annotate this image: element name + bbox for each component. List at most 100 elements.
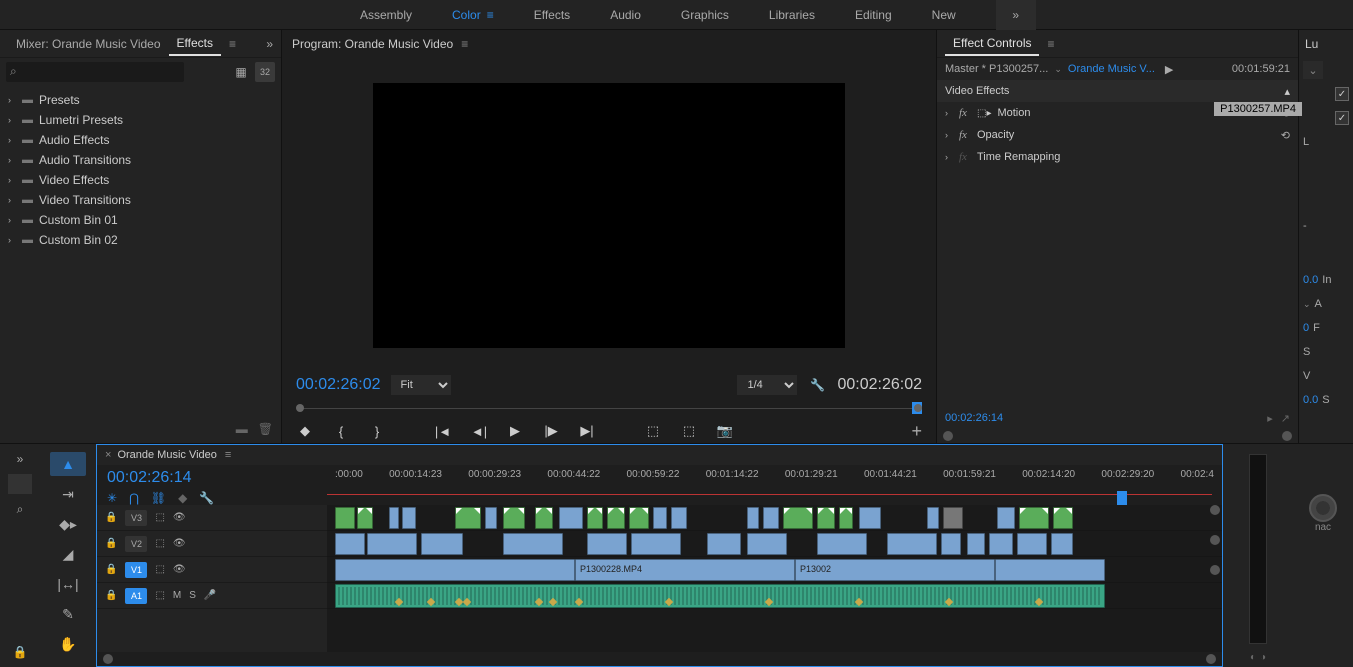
vscroll-thumb[interactable]	[1210, 505, 1220, 515]
goto-in-icon[interactable]: |◄	[434, 424, 452, 439]
lock-icon[interactable]: 🔒	[105, 564, 117, 575]
mic-icon[interactable]: 🎤	[204, 590, 216, 601]
clip[interactable]	[1017, 533, 1047, 555]
goto-out-icon[interactable]: ▶|	[578, 423, 596, 439]
in-bracket-icon[interactable]: {	[332, 424, 350, 439]
overflow-icon[interactable]: »	[17, 452, 24, 466]
meter-icon[interactable]: ◐	[1250, 652, 1256, 663]
clip[interactable]	[1051, 533, 1073, 555]
clip[interactable]	[335, 507, 355, 529]
clip[interactable]: P1300228.MP4	[575, 559, 795, 581]
fx-badge-icon[interactable]: 32	[255, 62, 275, 82]
marker-icon[interactable]: ◆	[178, 491, 187, 505]
chevron-down-icon[interactable]: ⌄	[1054, 64, 1062, 75]
timeline-lanes[interactable]: P1300228.MP4P13002	[327, 505, 1222, 652]
solo-icon[interactable]: S	[189, 590, 196, 601]
bin-video-trans[interactable]: ›▬Video Transitions	[0, 190, 281, 210]
clip[interactable]	[707, 533, 741, 555]
reset-icon[interactable]: ⟲	[1281, 129, 1290, 142]
lock-icon[interactable]: 🔒	[105, 538, 117, 549]
new-bin-icon[interactable]: ▬	[236, 422, 248, 436]
clip[interactable]	[747, 507, 759, 529]
timeline-ruler[interactable]: :00:0000:00:14:2300:00:29:2300:00:44:220…	[327, 465, 1222, 505]
ec-opacity-row[interactable]: ›fx Opacity ⟲	[937, 124, 1298, 146]
clip[interactable]	[402, 507, 416, 529]
toggle-icon[interactable]: ⬚	[155, 564, 164, 575]
lumetri-val3[interactable]: 0.0	[1303, 394, 1318, 406]
clip[interactable]	[887, 533, 937, 555]
lock-icon[interactable]: 🔒	[13, 645, 28, 659]
hand-tool[interactable]: ✋	[50, 632, 86, 656]
ws-color[interactable]: Color≡	[432, 0, 514, 29]
workspace-overflow-icon[interactable]: »	[996, 0, 1036, 30]
ec-master-label[interactable]: Master * P1300257...	[945, 63, 1048, 75]
pin-icon[interactable]: ▴	[1284, 85, 1290, 98]
program-timecode-in[interactable]: 00:02:26:02	[296, 376, 381, 394]
track-header-v1[interactable]: 🔒V1⬚👁	[97, 557, 327, 583]
step-forward-icon[interactable]: |▶	[542, 423, 560, 439]
clip[interactable]	[747, 533, 787, 555]
lift-icon[interactable]: ⬚	[644, 423, 662, 439]
chevron-down-icon[interactable]: ⌄	[1303, 299, 1311, 310]
mute-icon[interactable]: M	[173, 590, 181, 601]
lumetri-dropdown[interactable]: ⌄	[1303, 61, 1323, 79]
ec-hscroll-thumb[interactable]	[943, 431, 953, 441]
lumetri-val2[interactable]: 0	[1303, 322, 1309, 334]
bin-lumetri[interactable]: ›▬Lumetri Presets	[0, 110, 281, 130]
timeline-timecode[interactable]: 00:02:26:14	[107, 469, 317, 487]
clip[interactable]	[535, 507, 553, 529]
color-wheel[interactable]	[1309, 494, 1337, 522]
clip[interactable]	[989, 533, 1013, 555]
playhead[interactable]	[1117, 491, 1127, 505]
clip[interactable]	[653, 507, 667, 529]
ec-hscroll-end[interactable]	[1282, 431, 1292, 441]
ec-foot-timecode[interactable]: 00:02:26:14	[945, 412, 1003, 424]
clip[interactable]	[389, 507, 399, 529]
lumetri-check1[interactable]: ✓	[1335, 87, 1349, 101]
ws-assembly[interactable]: Assembly	[340, 0, 432, 29]
ws-effects[interactable]: Effects	[514, 0, 590, 29]
clip[interactable]	[357, 507, 373, 529]
clip[interactable]	[587, 533, 627, 555]
clip[interactable]	[763, 507, 779, 529]
clip[interactable]	[629, 507, 649, 529]
clip[interactable]	[1019, 507, 1049, 529]
effects-search-input[interactable]	[6, 62, 184, 82]
hamburger-icon[interactable]: ≡	[487, 8, 494, 22]
clip[interactable]	[485, 507, 497, 529]
vscroll-thumb[interactable]	[1210, 565, 1220, 575]
mixer-tab[interactable]: Mixer: Orande Music Video	[8, 33, 169, 55]
lumetri-check2[interactable]: ✓	[1335, 111, 1349, 125]
clip[interactable]	[503, 533, 563, 555]
bin-presets[interactable]: ›▬Presets	[0, 90, 281, 110]
clip[interactable]	[995, 559, 1105, 581]
clip[interactable]	[1053, 507, 1073, 529]
toggle-icon[interactable]: ⬚	[155, 538, 164, 549]
effects-tab[interactable]: Effects	[169, 32, 221, 56]
ec-foot-icon2[interactable]: ↗	[1281, 412, 1290, 425]
out-bracket-icon[interactable]: }	[368, 424, 386, 439]
trash-icon[interactable]: 🗑	[258, 422, 273, 436]
toggle-icon[interactable]: ⬚	[155, 512, 164, 523]
ec-video-effects-header[interactable]: Video Effects ▴ P1300257.MP4	[937, 80, 1298, 102]
anchor-icon[interactable]: ⬚▸	[977, 108, 991, 119]
clip[interactable]	[671, 507, 687, 529]
search-icon[interactable]: ⌕	[17, 502, 24, 517]
clip[interactable]	[587, 507, 603, 529]
extract-icon[interactable]: ⬚	[680, 423, 698, 439]
clip[interactable]	[503, 507, 525, 529]
bin-video-fx[interactable]: ›▬Video Effects	[0, 170, 281, 190]
magnet-icon[interactable]: ⋂	[129, 491, 139, 505]
ec-timeremap-row[interactable]: ›fx Time Remapping	[937, 146, 1298, 168]
clip[interactable]	[335, 559, 575, 581]
project-icon[interactable]	[8, 474, 32, 494]
panel-menu-icon[interactable]: ≡	[461, 37, 468, 51]
hscroll-start[interactable]	[103, 654, 113, 664]
mark-in-icon[interactable]: ◆	[296, 423, 314, 439]
eye-icon[interactable]: 👁	[173, 512, 186, 523]
ec-foot-icon1[interactable]: ▸	[1267, 412, 1273, 425]
track-header-a1[interactable]: 🔒A1⬚MS🎤	[97, 583, 327, 609]
step-back-icon[interactable]: ◄|	[470, 424, 488, 439]
clip[interactable]: P13002	[795, 559, 995, 581]
selection-tool[interactable]: ▲	[50, 452, 86, 476]
